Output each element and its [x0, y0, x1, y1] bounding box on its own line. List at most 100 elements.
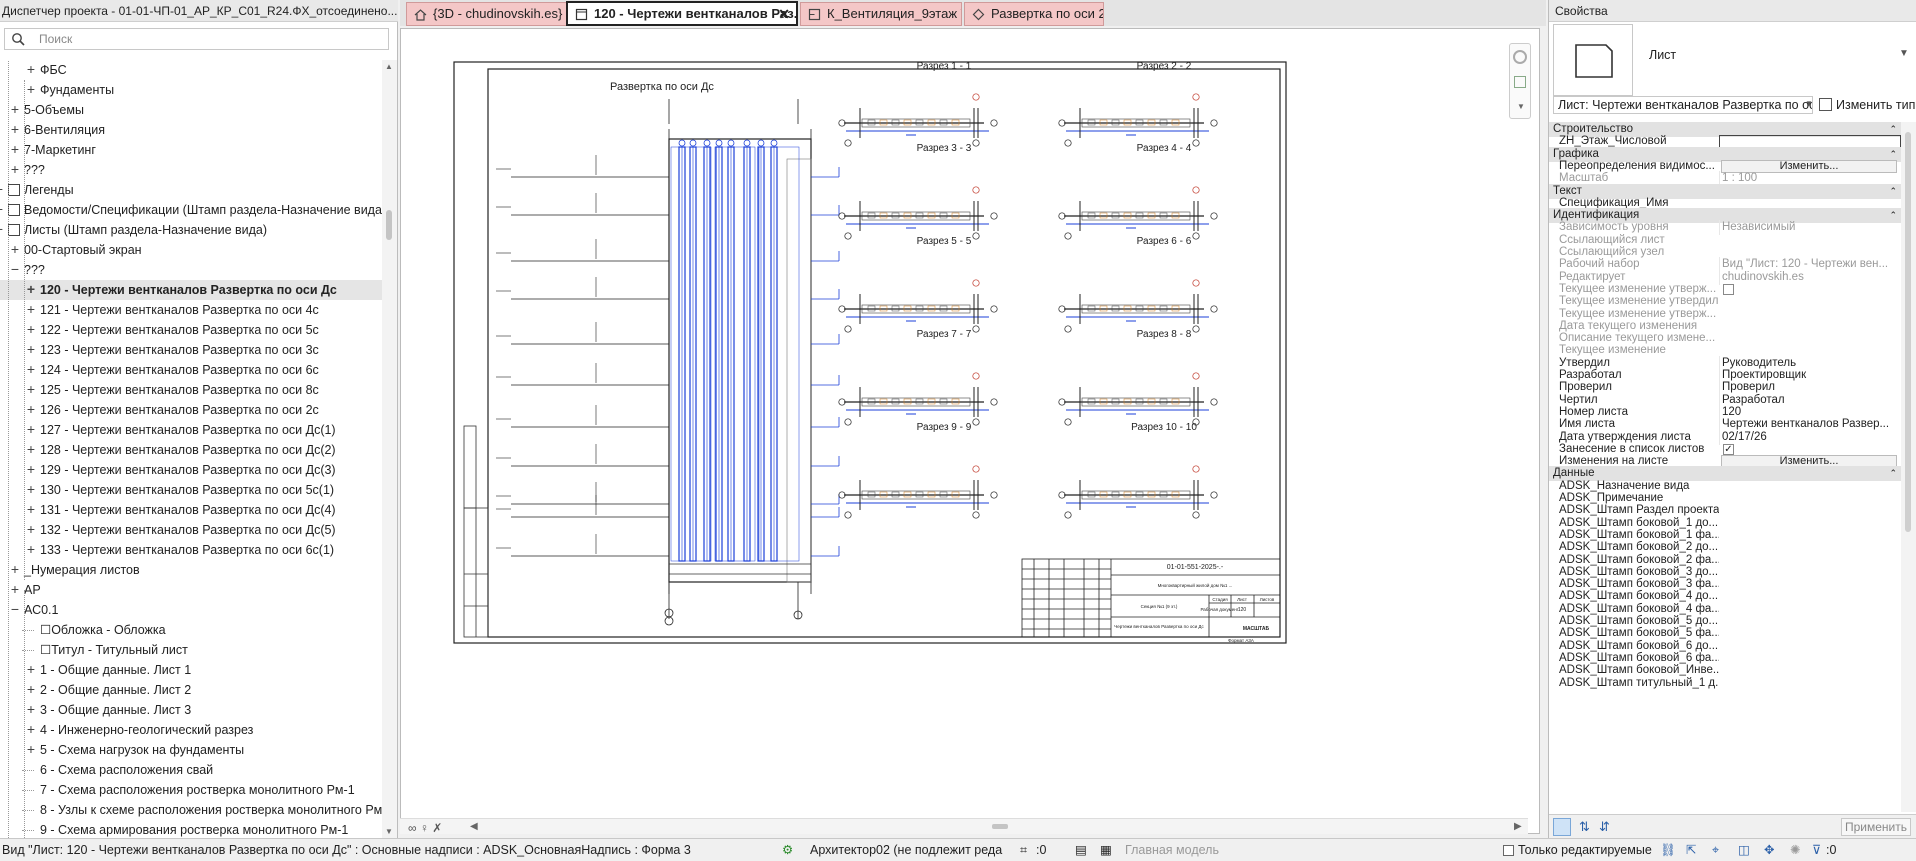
design-options-icon-2[interactable]: ▦ — [1100, 839, 1112, 861]
drag-elements-icon[interactable]: ✥ — [1764, 839, 1774, 861]
tree-toggle-icon[interactable]: + — [24, 280, 38, 299]
tree-item[interactable]: +5-Объемы — [0, 100, 382, 120]
tree-item[interactable]: + Ведомости/Спецификации (Штамп раздела-Н… — [0, 200, 382, 220]
tree-item[interactable]: +3 - Общие данные. Лист 3 — [0, 700, 382, 720]
properties-scroll-thumb[interactable] — [1905, 132, 1911, 532]
navigation-bar[interactable]: ▼ — [1509, 43, 1531, 119]
sort-ascending-icon[interactable]: ⇅ — [1579, 819, 1590, 835]
tree-item[interactable]: 7 - Схема расположения ростверка монолит… — [0, 780, 382, 800]
tree-toggle-icon[interactable]: + — [8, 140, 22, 159]
tree-item[interactable]: +7-Маркетинг — [0, 140, 382, 160]
tree-item[interactable]: +125 - Чертежи вентканалов Развертка по … — [0, 380, 382, 400]
tree-item[interactable]: −??? — [0, 260, 382, 280]
editable-only-checkbox[interactable] — [1503, 845, 1514, 856]
tree-item[interactable]: +??? — [0, 160, 382, 180]
tree-item[interactable]: +5 - Схема нагрузок на фундаменты — [0, 740, 382, 760]
tree-item[interactable]: + Фундаменты — [0, 80, 382, 100]
tree-toggle-icon[interactable]: + — [8, 120, 22, 139]
tree-item[interactable]: +127 - Чертежи вентканалов Развертка по … — [0, 420, 382, 440]
tree-toggle-icon[interactable]: + — [24, 500, 38, 519]
tree-item[interactable]: 8 - Узлы к схеме расположения ростверка … — [0, 800, 382, 820]
tree-toggle-icon[interactable]: + — [0, 200, 6, 219]
tree-toggle-icon[interactable]: + — [24, 740, 38, 759]
tree-item[interactable]: +6-Вентиляция — [0, 120, 382, 140]
tree-toggle-icon[interactable]: + — [24, 520, 38, 539]
tree-item[interactable]: ☐Обложка - Обложка — [0, 620, 382, 640]
tree-toggle-icon[interactable]: + — [8, 560, 22, 579]
tree-item[interactable]: 6 - Схема расположения свай — [0, 760, 382, 780]
drawing-canvas[interactable]: Развертка по оси Дс Разрез 1 - 1 Разрез 2… — [400, 28, 1540, 834]
canvas-horizontal-scrollbar[interactable]: ∞ ♀ ✗ ◀ ▶ — [400, 818, 1528, 835]
tree-toggle-icon[interactable]: + — [24, 720, 38, 739]
tab-floor-plan[interactable]: К_Вентиляция_9этаж Тех.план — [800, 2, 962, 26]
tree-item[interactable]: + АР — [0, 580, 382, 600]
main-model[interactable]: Главная модель — [1125, 839, 1219, 861]
tree-item[interactable]: +00-Стартовый экран — [0, 240, 382, 260]
tree-toggle-icon[interactable]: + — [24, 700, 38, 719]
tree-toggle-icon[interactable]: + — [24, 440, 38, 459]
tab-3d-view[interactable]: {3D - chudinovskih.es} — [406, 2, 574, 26]
tree-item[interactable]: 9 - Схема армирования ростверка монолитн… — [0, 820, 382, 838]
tree-item[interactable]: ☐Титул - Титульный лист — [0, 640, 382, 660]
tree-toggle-icon[interactable]: + — [24, 460, 38, 479]
tree-item[interactable]: +123 - Чертежи вентканалов Развертка по … — [0, 340, 382, 360]
tree-toggle-icon[interactable]: + — [24, 540, 38, 559]
filter-icon[interactable]: ⊽ — [1812, 839, 1821, 861]
tree-item[interactable]: +131 - Чертежи вентканалов Развертка по … — [0, 500, 382, 520]
tree-item[interactable]: +122 - Чертежи вентканалов Развертка по … — [0, 320, 382, 340]
tree-toggle-icon[interactable]: + — [24, 380, 38, 399]
tree-item[interactable]: + Легенды — [0, 180, 382, 200]
chevron-down-icon[interactable]: ▼ — [1805, 99, 1813, 108]
tree-toggle-icon[interactable]: − — [8, 260, 22, 279]
chevron-down-icon[interactable]: ▼ — [1899, 48, 1909, 59]
select-links-icon[interactable]: ⛓ — [1660, 839, 1676, 861]
tree-toggle-icon[interactable]: + — [24, 340, 38, 359]
tree-toggle-icon[interactable]: + — [8, 160, 22, 179]
scroll-left-icon[interactable]: ◀ — [470, 821, 478, 832]
tree-toggle-icon[interactable]: + — [8, 100, 22, 119]
tree-toggle-icon[interactable]: − — [8, 600, 22, 619]
tree-item[interactable]: +124 - Чертежи вентканалов Развертка по … — [0, 360, 382, 380]
tree-toggle-icon[interactable]: + — [24, 80, 38, 99]
tree-toggle-icon[interactable]: + — [8, 240, 22, 259]
search-input[interactable]: Поиск — [4, 28, 389, 50]
tree-toggle-icon[interactable]: + — [24, 300, 38, 319]
tree-toggle-icon[interactable]: + — [24, 680, 38, 699]
tree-item[interactable]: + _Нумерация листов — [0, 560, 382, 580]
tree-item[interactable]: − Листы (Штамп раздела-Назначение вида) — [0, 220, 382, 240]
worksets-icon[interactable]: ⌗ — [1020, 839, 1027, 861]
tree-toggle-icon[interactable]: + — [8, 580, 22, 599]
apply-button[interactable]: Применить — [1841, 818, 1911, 836]
tab-sheet-120[interactable]: 120 - Чертежи вентканалов Раз... ✕ — [566, 1, 798, 26]
tree-item[interactable]: +120 - Чертежи вентканалов Развертка по … — [0, 280, 382, 300]
tree-toggle-icon[interactable]: + — [24, 320, 38, 339]
tree-item[interactable]: +121 - Чертежи вентканалов Развертка по … — [0, 300, 382, 320]
tree-toggle-icon[interactable]: + — [24, 660, 38, 679]
tab-elevation[interactable]: Развертка по оси 2с — [964, 2, 1104, 26]
tree-toggle-icon[interactable]: + — [24, 480, 38, 499]
tree-toggle-icon[interactable]: − — [0, 220, 6, 239]
tree-item[interactable]: − АС0.1 — [0, 600, 382, 620]
tree-toggle-icon[interactable]: + — [0, 180, 6, 199]
tree-toggle-icon[interactable]: + — [24, 420, 38, 439]
select-pinned-icon[interactable]: ⌖ — [1712, 839, 1719, 861]
tree-toggle-icon[interactable]: + — [24, 400, 38, 419]
sort-descending-icon[interactable]: ⇵ — [1599, 819, 1610, 835]
tree-item[interactable]: +4 - Инженерно-геологический разрез — [0, 720, 382, 740]
browser-scroll-thumb[interactable] — [386, 210, 392, 240]
categorize-icon[interactable] — [1553, 818, 1571, 836]
tree-item[interactable]: + ФБС — [0, 60, 382, 80]
tree-item[interactable]: +130 - Чертежи вентканалов Развертка по … — [0, 480, 382, 500]
browser-scrollbar[interactable]: ▲ ▼ — [382, 60, 397, 838]
tree-toggle-icon[interactable]: + — [24, 60, 38, 79]
instance-selector[interactable]: Лист: Чертежи вентканалов Развертка по о… — [1553, 96, 1813, 114]
edit-type-button[interactable]: Изменить тип — [1819, 96, 1915, 114]
tree-item[interactable]: +133 - Чертежи вентканалов Развертка по … — [0, 540, 382, 560]
design-options-icon[interactable]: ▤ — [1075, 839, 1087, 861]
type-name[interactable]: Лист — [1649, 48, 1676, 62]
view-controls-icon[interactable]: ∞ ♀ ✗ — [408, 821, 442, 835]
scroll-right-icon[interactable]: ▶ — [1514, 821, 1522, 832]
chevron-down-icon[interactable]: ▼ — [1517, 102, 1525, 111]
scroll-thumb[interactable] — [992, 824, 1008, 829]
tree-item[interactable]: +2 - Общие данные. Лист 2 — [0, 680, 382, 700]
